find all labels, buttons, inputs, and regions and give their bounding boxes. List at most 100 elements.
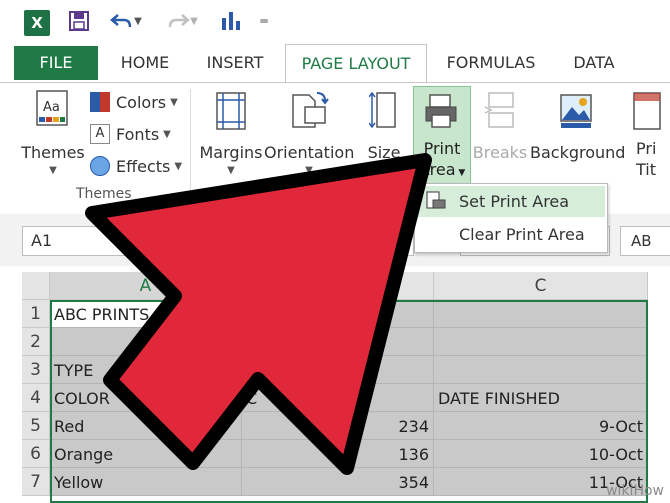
chevron-down-icon: ▼ [49, 165, 57, 176]
chart-icon[interactable] [218, 8, 244, 34]
effects-button[interactable]: Effects ▼ [90, 152, 182, 180]
ribbon-tabs: FILE HOME INSERT PAGE LAYOUT FORMULAS DA… [0, 44, 670, 85]
row-header[interactable]: 1 [22, 300, 50, 328]
size-button[interactable]: Size ▼ [358, 87, 410, 183]
background-icon [560, 94, 592, 128]
name-box[interactable]: A1 [22, 226, 414, 256]
print-area-icon [425, 94, 457, 128]
group-divider [190, 89, 191, 207]
tab-file[interactable]: FILE [14, 46, 98, 80]
effects-label: Effects [116, 156, 171, 176]
chevron-down-icon: ▼ [305, 165, 313, 176]
print-area-label-line2: Area ▼ [418, 160, 466, 179]
size-label: Size [367, 143, 401, 162]
select-all-corner[interactable] [22, 272, 50, 300]
print-titles-label-line1: Pri [636, 139, 657, 158]
chevron-down-icon: ▼ [174, 160, 183, 172]
cell-c3[interactable] [434, 356, 648, 384]
chevron-down-icon: ▼ [163, 128, 171, 140]
margins-icon [216, 92, 246, 130]
background-label: Background [530, 143, 626, 162]
background-button[interactable]: Background [530, 87, 626, 183]
row-header[interactable]: 4 [22, 384, 50, 412]
set-print-area-label: Set Print Area [459, 192, 570, 211]
row-header[interactable]: 3 [22, 356, 50, 384]
margins-button[interactable]: Margins ▼ [198, 87, 264, 183]
breaks-button[interactable]: Breaks [472, 87, 528, 183]
tab-home[interactable]: HOME [108, 44, 182, 82]
tab-page-layout[interactable]: PAGE LAYOUT [285, 44, 427, 85]
cell-a2[interactable] [50, 328, 242, 356]
column-header-a[interactable]: A [50, 272, 242, 300]
excel-logo-icon: X [24, 10, 50, 36]
svg-text:Aa: Aa [43, 100, 60, 115]
effects-icon [90, 156, 110, 176]
cell-c4[interactable]: DATE FINISHED [434, 384, 648, 412]
save-icon[interactable] [66, 8, 92, 34]
orientation-label: Orientation [264, 143, 355, 162]
wikihow-watermark: wikiHow [606, 483, 664, 499]
cell-c6[interactable]: 10-Oct [434, 440, 648, 468]
menu-item-set-print-area[interactable]: Set Print Area [415, 186, 605, 217]
set-print-area-icon [426, 191, 446, 209]
colors-button[interactable]: Colors ▼ [90, 88, 178, 116]
row-header[interactable]: 2 [22, 328, 50, 356]
undo-icon[interactable]: ▼ [106, 8, 146, 34]
cell-b4[interactable]: C [242, 384, 434, 412]
tab-data[interactable]: DATA [562, 44, 626, 82]
print-titles-button[interactable]: Pri Tit [628, 87, 670, 183]
customize-icon[interactable]: ═ [254, 8, 274, 34]
colors-icon [90, 92, 110, 112]
chevron-down-icon: ▼ [170, 96, 178, 108]
themes-group-label: Themes [76, 186, 132, 202]
print-titles-icon [633, 92, 661, 130]
column-header-b[interactable]: B [242, 272, 434, 300]
menu-item-clear-print-area[interactable]: Clear Print Area [415, 219, 605, 250]
fonts-icon: A [90, 124, 110, 144]
fonts-label: Fonts [116, 124, 160, 144]
quick-access-toolbar: X ▼ ▼ ═ [0, 0, 670, 44]
chevron-down-icon[interactable]: ▼ [398, 234, 406, 245]
cell-a3[interactable]: TYPE [50, 356, 242, 384]
print-area-button[interactable]: Print Area ▼ [413, 86, 471, 184]
cell-b2[interactable] [242, 328, 434, 356]
redo-icon[interactable]: ▼ [162, 8, 202, 34]
chevron-down-icon: ▼ [380, 165, 388, 176]
row-header[interactable]: 6 [22, 440, 50, 468]
cell-c2[interactable] [434, 328, 648, 356]
cell-b5[interactable]: 234 [242, 412, 434, 440]
cell-b6[interactable]: 136 [242, 440, 434, 468]
column-header-c[interactable]: C [434, 272, 648, 300]
tab-formulas[interactable]: FORMULAS [438, 44, 544, 82]
cell-a5[interactable]: Red [50, 412, 242, 440]
size-icon [368, 91, 396, 129]
print-area-label-line1: Print [423, 139, 461, 158]
print-area-menu: Set Print Area Clear Print Area [414, 183, 608, 253]
orientation-button[interactable]: Orientation ▼ [264, 87, 354, 183]
breaks-icon [484, 92, 514, 128]
font-name-box[interactable]: AB [620, 226, 670, 256]
cell-a1[interactable]: ABC PRINTS [50, 300, 242, 328]
cell-c1[interactable] [434, 300, 648, 328]
clear-print-area-label: Clear Print Area [459, 225, 585, 244]
themes-label: Themes [21, 143, 85, 162]
cell-b1[interactable] [242, 300, 434, 328]
print-titles-label-line2: Tit [636, 160, 656, 179]
chevron-down-icon: ▼ [227, 165, 235, 176]
margins-label: Margins [199, 143, 263, 162]
orientation-icon [292, 92, 329, 128]
row-header[interactable]: 7 [22, 468, 50, 496]
themes-button[interactable]: Aa Themes ▼ [20, 87, 86, 183]
fonts-button[interactable]: A Fonts ▼ [90, 120, 171, 148]
themes-icon: Aa [36, 90, 68, 126]
cell-a6[interactable]: Orange [50, 440, 242, 468]
cell-b7[interactable]: 354 [242, 468, 434, 496]
tab-insert[interactable]: INSERT [196, 44, 274, 82]
row-header[interactable]: 5 [22, 412, 50, 440]
worksheet-grid: A B C 1 2 3 4 5 6 7 ABC PRINTS TYPE COLO… [22, 272, 652, 503]
cell-c5[interactable]: 9-Oct [434, 412, 648, 440]
cell-b3[interactable] [242, 356, 434, 384]
breaks-label: Breaks [472, 143, 528, 162]
cell-a7[interactable]: Yellow [50, 468, 242, 496]
cell-a4[interactable]: COLOR [50, 384, 242, 412]
